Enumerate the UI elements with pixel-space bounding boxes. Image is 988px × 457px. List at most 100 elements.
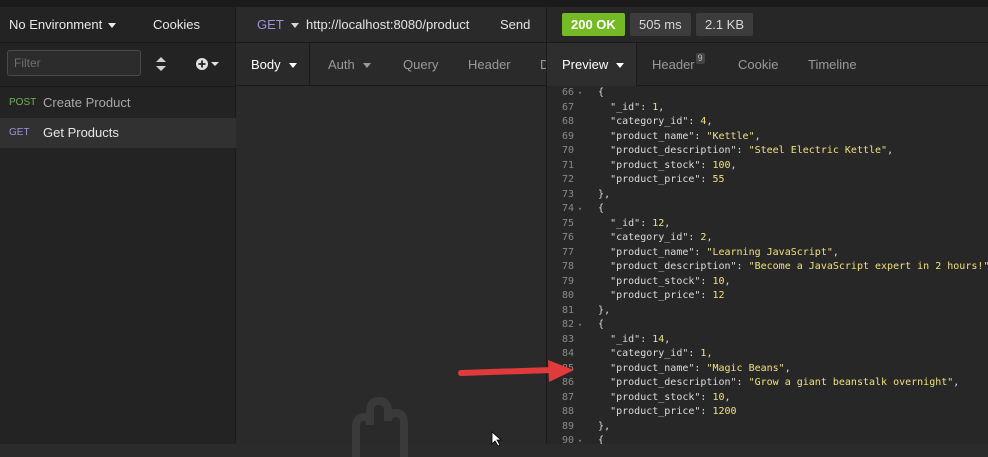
line-number: 71: [561, 159, 574, 171]
json-colon: :: [736, 377, 749, 388]
filter-input[interactable]: [7, 50, 141, 76]
code-line: 77 "product_name": "Learning JavaScript"…: [547, 246, 988, 261]
json-key: "category_id": [610, 116, 689, 127]
json-key: "product_stock": [610, 159, 701, 171]
json-bracket: },: [598, 188, 611, 200]
response-size-badge: 2.1 KB: [696, 13, 754, 36]
json-key: "_id": [610, 101, 641, 113]
json-key: "product_description": [610, 377, 737, 388]
json-comma: ,: [706, 116, 713, 127]
mouse-cursor-icon: [491, 431, 503, 447]
json-colon: :: [688, 116, 701, 127]
tab-body[interactable]: Body: [251, 43, 297, 85]
tab-timeline[interactable]: Timeline: [808, 43, 857, 86]
environment-label: No Environment: [9, 17, 103, 32]
line-number: 67: [561, 101, 574, 113]
sidebar: No Environment Cookies POST Create Produ…: [0, 7, 236, 444]
code-line: 87 "product_stock": 10,: [547, 391, 988, 406]
json-key: "_id": [610, 333, 641, 345]
json-value: 55: [712, 174, 725, 185]
json-colon: :: [700, 391, 713, 403]
code-line: 75 "_id": 12,: [547, 217, 988, 232]
json-colon: :: [688, 348, 701, 359]
json-key: "product_description": [610, 145, 737, 156]
tab-header[interactable]: Header: [468, 43, 511, 85]
line-number: 81: [561, 304, 574, 316]
code-line: 79 "product_stock": 10,: [547, 275, 988, 290]
red-arrow-annotation: [458, 360, 574, 382]
tab-divider: [309, 43, 310, 85]
response-body-viewer[interactable]: 66 ▾ {67 "_id": 1, 68 "category_id": 4, 69 …: [547, 86, 988, 444]
tab-label: Header: [652, 57, 695, 72]
method-dropdown[interactable]: GET: [257, 17, 299, 32]
json-value: 12: [712, 290, 725, 301]
json-colon: :: [700, 159, 713, 171]
json-colon: :: [640, 333, 653, 345]
status-badge: 200 OK: [562, 13, 625, 36]
json-colon: :: [640, 217, 653, 229]
json-key: "product_description": [610, 261, 737, 272]
url-input[interactable]: http://localhost:8080/product: [306, 17, 469, 32]
environment-dropdown[interactable]: No Environment: [9, 17, 117, 32]
code-line: 90 ▾ {: [547, 434, 988, 444]
json-key: "product_price": [610, 174, 701, 185]
tab-cookie[interactable]: Cookie: [738, 43, 778, 86]
request-item-get-products[interactable]: GET Get Products: [0, 118, 236, 148]
code-line: 81 },: [547, 304, 988, 319]
json-key: "product_name": [610, 246, 695, 258]
json-colon: :: [700, 174, 713, 185]
json-bracket: {: [598, 435, 605, 444]
line-number: 69: [561, 130, 574, 142]
code-line: 88 "product_price": 1200: [547, 405, 988, 420]
tab-response-header[interactable]: Header 9: [652, 43, 705, 86]
code-line: 66 ▾ {: [547, 86, 988, 101]
json-colon: :: [688, 232, 701, 243]
line-number: 80: [561, 290, 574, 301]
request-item-create-product[interactable]: POST Create Product: [0, 88, 236, 118]
fold-toggle-icon[interactable]: ▾: [574, 434, 586, 444]
json-comma: ,: [724, 275, 731, 287]
tab-query[interactable]: Query: [403, 43, 438, 85]
line-number: 68: [561, 116, 574, 127]
request-name: Create Product: [43, 95, 131, 110]
chevron-down-icon: [108, 23, 117, 29]
sort-icon[interactable]: [153, 54, 169, 74]
method-label: GET: [257, 17, 284, 32]
url-bar: GET http://localhost:8080/product Send: [236, 7, 546, 43]
header-count-badge: 9: [695, 53, 705, 64]
tab-auth[interactable]: Auth: [328, 43, 371, 85]
chevron-down-icon: [616, 63, 625, 69]
fold-toggle-icon[interactable]: ▾: [574, 202, 586, 217]
line-number: 76: [561, 232, 574, 243]
add-request-icon[interactable]: [194, 55, 222, 73]
window-top-strip: [0, 0, 988, 7]
fold-toggle-icon[interactable]: ▾: [574, 86, 586, 101]
code-line: 70 "product_description": "Steel Electri…: [547, 144, 988, 159]
code-line: 72 "product_price": 55: [547, 173, 988, 188]
response-status-bar: 200 OK 505 ms 2.1 KB: [547, 7, 988, 43]
send-button[interactable]: Send: [500, 17, 530, 32]
json-colon: :: [694, 130, 707, 142]
tab-label: Preview: [562, 57, 609, 72]
fold-toggle-icon[interactable]: ▾: [574, 318, 586, 333]
line-number: 75: [561, 217, 574, 229]
code-line: 67 "_id": 1,: [547, 101, 988, 116]
code-line: 73 },: [547, 188, 988, 203]
chevron-down-icon: [362, 63, 371, 69]
json-bracket: {: [598, 319, 605, 330]
tab-preview[interactable]: Preview: [562, 43, 625, 86]
json-value: "Kettle": [706, 130, 755, 142]
cookies-button[interactable]: Cookies: [153, 17, 200, 32]
json-colon: :: [700, 275, 713, 287]
json-comma: ,: [664, 333, 671, 345]
